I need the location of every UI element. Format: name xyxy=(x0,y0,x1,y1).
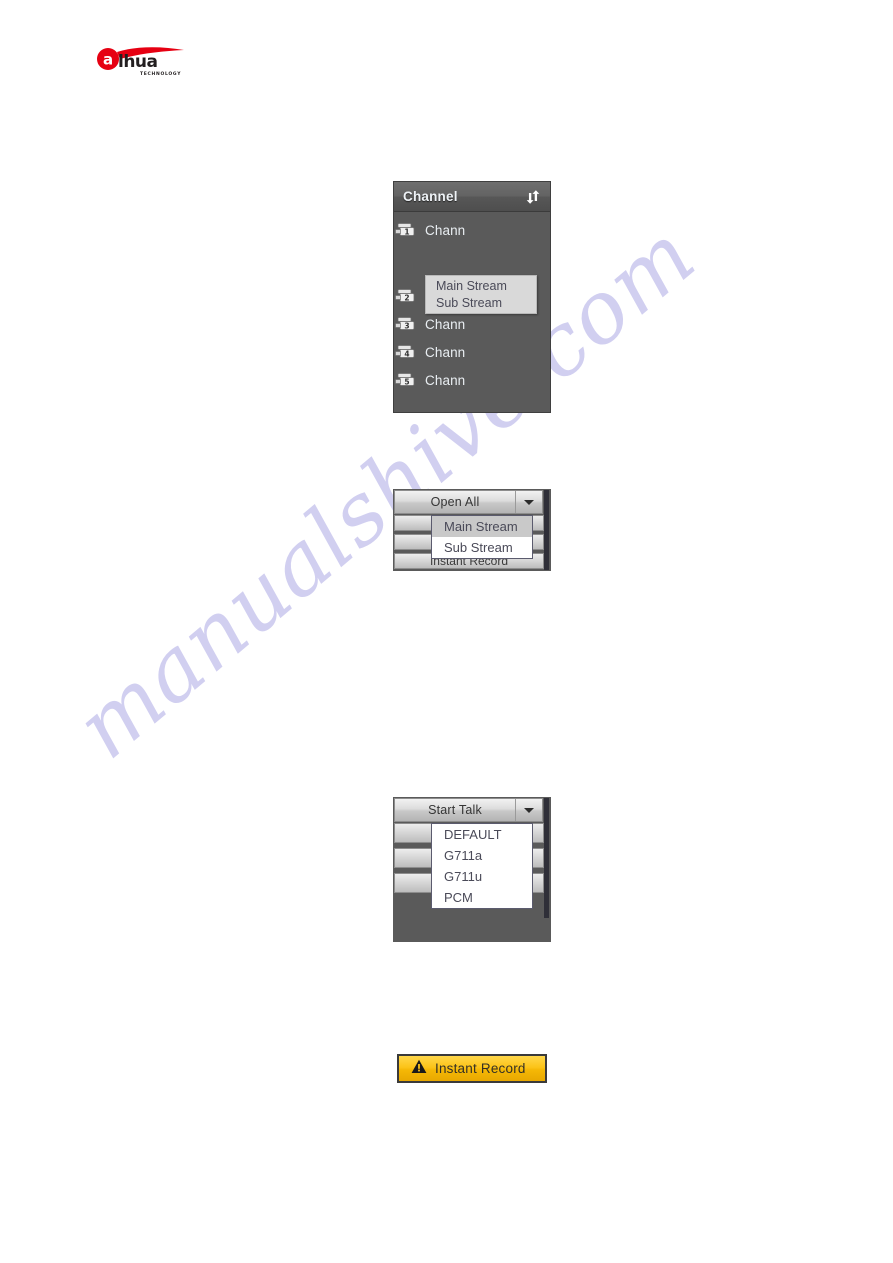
open-all-combo[interactable]: Open All xyxy=(394,490,543,514)
instant-record-label: Instant Record xyxy=(435,1061,526,1076)
chevron-down-icon[interactable] xyxy=(515,491,542,513)
camera-icon-svg: 2 xyxy=(395,289,415,303)
instant-record-button[interactable]: Instant Record xyxy=(397,1054,547,1083)
start-talk-combo-label: Start Talk xyxy=(428,803,482,817)
warning-triangle-icon xyxy=(411,1059,427,1079)
svg-text:a: a xyxy=(103,51,113,69)
channel-row-label: Chann xyxy=(425,222,466,238)
dropdown-item-sub-stream[interactable]: Sub Stream xyxy=(432,537,532,558)
camera-icon-svg: 1 xyxy=(395,223,415,237)
open-all-combo-shadow xyxy=(544,490,549,570)
channel-stream-submenu: Main Stream Sub Stream xyxy=(425,275,537,314)
start-talk-panel: Instant Record Local Play Multi Preview … xyxy=(393,797,551,942)
camera-icon: 3 xyxy=(395,316,417,332)
channel-row-label: Chann xyxy=(425,344,466,360)
camera-icon: 4 xyxy=(395,344,417,360)
camera-icon-number: 3 xyxy=(404,322,409,331)
dropdown-item-main-stream[interactable]: Main Stream xyxy=(432,516,532,537)
dropdown-item-default[interactable]: DEFAULT xyxy=(432,824,532,845)
start-talk-combo-shadow xyxy=(544,798,549,918)
channel-panel: Channel 1 Chann Main Stream Sub Stream 2… xyxy=(393,181,551,413)
channel-row-5[interactable]: 5 Chann xyxy=(394,366,550,394)
camera-icon: 5 xyxy=(395,372,417,388)
chevron-down-glyph xyxy=(524,499,534,505)
submenu-item-sub-stream[interactable]: Sub Stream xyxy=(426,295,536,312)
open-all-combo-label: Open All xyxy=(430,495,480,509)
dropdown-item-g711a[interactable]: G711a xyxy=(432,845,532,866)
dahua-logo: a lhua TECHNOLOGY xyxy=(96,44,196,80)
camera-icon-svg: 5 xyxy=(395,373,415,387)
watermark-text: manualshive.com xyxy=(57,205,715,779)
camera-icon-number: 4 xyxy=(404,350,409,359)
channel-row-1[interactable]: 1 Chann xyxy=(394,216,550,244)
camera-icon-number: 5 xyxy=(404,378,409,387)
camera-icon-number: 2 xyxy=(404,294,409,303)
dahua-logo-svg: a lhua TECHNOLOGY xyxy=(97,47,184,77)
submenu-item-main-stream[interactable]: Main Stream xyxy=(426,278,536,295)
chevron-down-icon[interactable] xyxy=(515,799,542,821)
channel-row-4[interactable]: 4 Chann xyxy=(394,338,550,366)
channel-list: 1 Chann Main Stream Sub Stream 2 Chann xyxy=(394,212,550,394)
camera-icon-svg: 3 xyxy=(395,317,415,331)
channel-panel-title: Channel xyxy=(403,189,458,204)
refresh-icon[interactable] xyxy=(524,188,542,206)
channel-panel-header: Channel xyxy=(394,182,550,212)
start-talk-dropdown-list: DEFAULT G711a G711u PCM xyxy=(431,823,533,909)
open-all-dropdown-list: Main Stream Sub Stream xyxy=(431,515,533,559)
channel-row-3[interactable]: 3 Chann xyxy=(394,310,550,338)
svg-text:TECHNOLOGY: TECHNOLOGY xyxy=(140,71,181,77)
warning-triangle-icon-svg xyxy=(411,1059,427,1073)
refresh-icon-svg xyxy=(526,189,540,204)
dropdown-item-g711u[interactable]: G711u xyxy=(432,866,532,887)
svg-text:lhua: lhua xyxy=(118,52,158,72)
camera-icon-svg: 4 xyxy=(395,345,415,359)
channel-row-label: Chann xyxy=(425,372,466,388)
open-all-panel: Start Talk Local Play Instant Record Ope… xyxy=(393,489,551,571)
chevron-down-glyph xyxy=(524,807,534,813)
channel-row-label: Chann xyxy=(425,316,466,332)
camera-icon: 2 xyxy=(395,288,417,304)
camera-icon: 1 xyxy=(395,222,417,238)
start-talk-combo[interactable]: Start Talk xyxy=(394,798,543,822)
camera-icon-number: 1 xyxy=(404,228,409,237)
dropdown-item-pcm[interactable]: PCM xyxy=(432,887,532,908)
